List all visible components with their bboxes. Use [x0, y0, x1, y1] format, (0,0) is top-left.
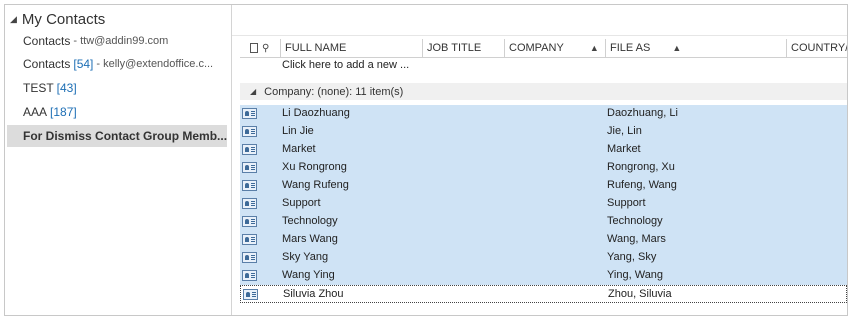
attachment-icon: ⚲	[262, 42, 270, 54]
contact-card-icon	[243, 289, 258, 300]
table-row[interactable]: Market Market	[240, 141, 847, 159]
view-top-strip	[232, 5, 847, 36]
contact-list-view: ⚲ FULL NAME JOB TITLE COMPANY ▲ FILE AS …	[232, 5, 847, 315]
contact-card-icon	[242, 198, 257, 209]
column-country[interactable]: COUNTRY/R	[786, 39, 847, 57]
folder-account: - kelly@extendoffice.c...	[96, 58, 214, 70]
folder-count: [43]	[56, 81, 77, 95]
contact-file-as: Ying, Wang	[607, 269, 664, 281]
folder-pane: ◢ My Contacts Contacts - ttw@addin99.com…	[5, 5, 232, 315]
contact-card-icon	[242, 126, 257, 137]
table-row[interactable]: Sky Yang Yang, Sky	[240, 249, 847, 267]
contact-file-as: Rufeng, Wang	[607, 179, 677, 191]
column-file-as[interactable]: FILE AS ▲	[605, 39, 786, 57]
contact-name: Technology	[282, 215, 338, 227]
table-row[interactable]: Li Daozhuang Daozhuang, Li	[240, 105, 847, 123]
group-header[interactable]: ◢ Company: (none): 11 item(s)	[240, 83, 847, 100]
contact-card-icon	[242, 108, 257, 119]
folder-count: [187]	[50, 105, 77, 119]
contact-name: Support	[282, 197, 321, 209]
contact-name: Lin Jie	[282, 125, 314, 137]
sidebar-item-aaa[interactable]: AAA [187]	[7, 101, 227, 123]
group-label: Company: (none): 11 item(s)	[264, 85, 404, 98]
column-full-name[interactable]: FULL NAME	[280, 39, 422, 57]
column-label: JOB TITLE	[427, 42, 482, 54]
column-icons[interactable]: ⚲	[240, 39, 280, 57]
sort-up-icon: ▲	[672, 43, 682, 53]
contact-card-icon	[242, 144, 257, 155]
my-contacts-header[interactable]: ◢ My Contacts	[10, 9, 105, 29]
column-company[interactable]: COMPANY ▲	[504, 39, 605, 57]
table-row[interactable]: Xu Rongrong Rongrong, Xu	[240, 159, 847, 177]
contact-file-as: Wang, Mars	[607, 233, 666, 245]
contact-card-icon	[242, 252, 257, 263]
folder-label: For Dismiss Contact Group Memb...	[23, 129, 227, 143]
contact-file-as: Rongrong, Xu	[607, 161, 675, 173]
contact-name: Wang Rufeng	[282, 179, 349, 191]
contact-file-as: Market	[607, 143, 641, 155]
contact-name: Sky Yang	[282, 251, 329, 263]
contact-name: Siluvia Zhou	[283, 288, 344, 300]
contact-name: Xu Rongrong	[282, 161, 347, 173]
group-collapse-icon[interactable]: ◢	[250, 87, 256, 96]
contact-name: Wang Ying	[282, 269, 335, 281]
folder-label: TEST	[23, 81, 54, 95]
table-row[interactable]: Mars Wang Wang, Mars	[240, 231, 847, 249]
sidebar-item-contacts-ttw[interactable]: Contacts - ttw@addin99.com	[7, 30, 227, 52]
contact-card-icon	[242, 216, 257, 227]
sidebar-item-test[interactable]: TEST [43]	[7, 77, 227, 99]
table-row[interactable]: Lin Jie Jie, Lin	[240, 123, 847, 141]
column-label: COUNTRY/R	[791, 42, 847, 54]
contact-file-as: Technology	[607, 215, 663, 227]
my-contacts-label: My Contacts	[21, 10, 106, 28]
contacts-window: ◢ My Contacts Contacts - ttw@addin99.com…	[4, 4, 848, 316]
contact-name: Mars Wang	[282, 233, 338, 245]
folder-account: - ttw@addin99.com	[73, 35, 169, 47]
column-job-title[interactable]: JOB TITLE	[422, 39, 504, 57]
contact-card-icon	[242, 234, 257, 245]
table-row[interactable]: Support Support	[240, 195, 847, 213]
contact-card-icon	[242, 270, 257, 281]
sidebar-item-contacts-kelly[interactable]: Contacts [54] - kelly@extendoffice.c...	[7, 53, 227, 75]
contact-file-as: Yang, Sky	[607, 251, 657, 263]
document-icon	[250, 43, 258, 53]
column-label: COMPANY	[509, 42, 564, 54]
contact-file-as: Jie, Lin	[607, 125, 642, 137]
column-label: FULL NAME	[285, 42, 347, 54]
sort-up-icon: ▲	[589, 43, 599, 53]
table-row[interactable]: Wang Ying Ying, Wang	[240, 267, 847, 285]
contact-name: Market	[282, 143, 316, 155]
column-label: FILE AS	[610, 42, 651, 54]
contact-file-as: Daozhuang, Li	[607, 107, 678, 119]
folder-count: [54]	[73, 57, 94, 71]
contact-name: Li Daozhuang	[282, 107, 350, 119]
add-new-contact-row[interactable]: Click here to add a new ...	[282, 59, 409, 71]
contact-card-icon	[242, 162, 257, 173]
contact-card-icon	[242, 180, 257, 191]
collapse-triangle-icon[interactable]: ◢	[10, 14, 17, 25]
folder-label: Contacts	[23, 57, 71, 71]
table-row-focused[interactable]: Siluvia Zhou Zhou, Siluvia	[240, 285, 847, 303]
sidebar-item-dismiss-group[interactable]: For Dismiss Contact Group Memb...	[7, 125, 227, 147]
column-header-row: ⚲ FULL NAME JOB TITLE COMPANY ▲ FILE AS …	[240, 39, 847, 58]
table-row[interactable]: Wang Rufeng Rufeng, Wang	[240, 177, 847, 195]
folder-label: AAA	[23, 105, 48, 119]
table-row[interactable]: Technology Technology	[240, 213, 847, 231]
contact-file-as: Zhou, Siluvia	[608, 288, 672, 300]
contact-file-as: Support	[607, 197, 646, 209]
contact-rows: Li Daozhuang Daozhuang, Li Lin Jie Jie, …	[240, 105, 847, 303]
folder-label: Contacts	[23, 34, 71, 48]
